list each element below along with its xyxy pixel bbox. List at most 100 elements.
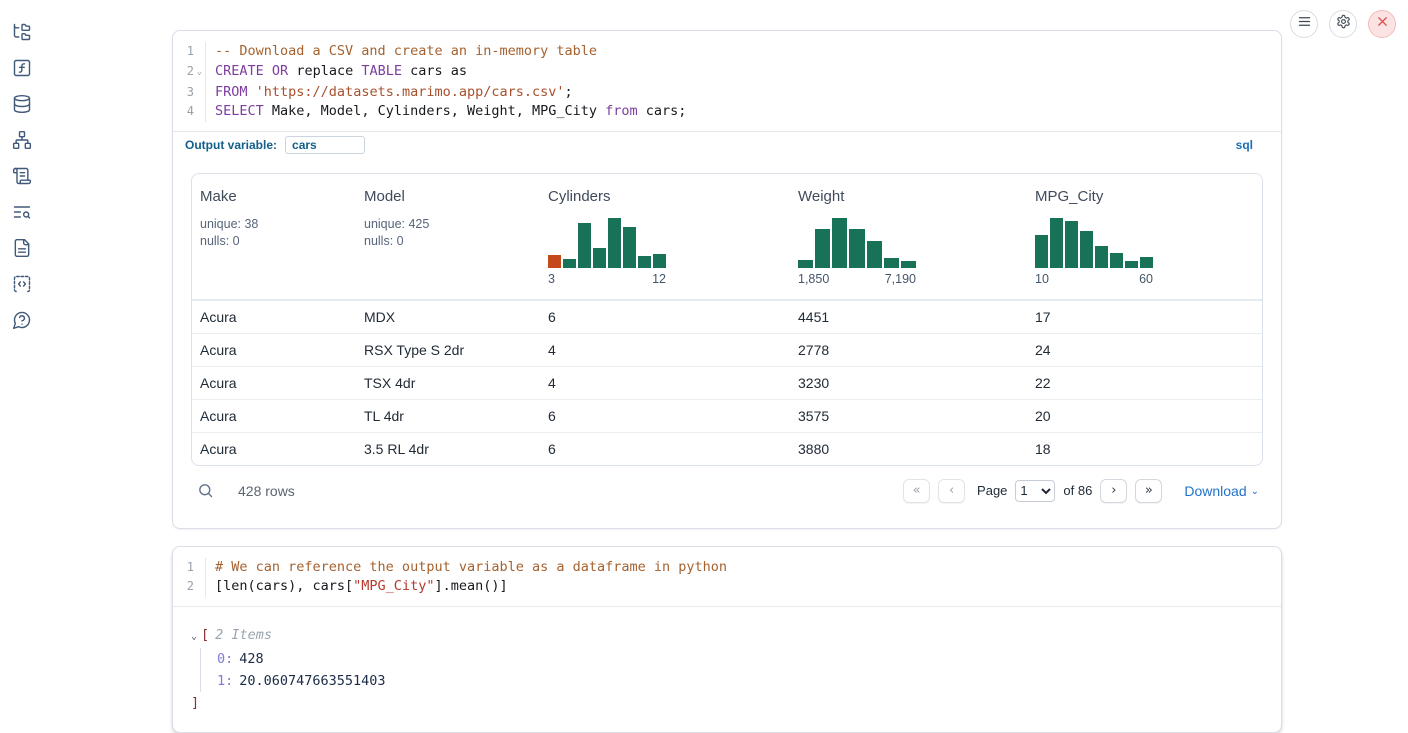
histogram-bar[interactable] xyxy=(798,260,813,268)
next-page-button[interactable]: › xyxy=(1100,479,1127,503)
language-badge: sql xyxy=(1236,138,1253,152)
line-number: 1 xyxy=(173,558,194,578)
sidebar-item-file-explorer[interactable] xyxy=(12,22,32,42)
shutdown-button[interactable] xyxy=(1368,10,1396,38)
line-number: 2 xyxy=(173,62,194,83)
code-line: 4 SELECT Make, Model, Cylinders, Weight,… xyxy=(173,102,1281,122)
table-row: Acura 3.5 RL 4dr 6 3880 18 xyxy=(192,432,1262,465)
line-number: 1 xyxy=(173,42,194,62)
column-header-make: Make unique: 38 nulls: 0 xyxy=(192,174,356,299)
code-line: 2⌄ CREATE OR replace TABLE cars as xyxy=(173,62,1281,83)
output-variable-label: Output variable: xyxy=(185,138,277,152)
column-stat-unique: unique: 38 xyxy=(200,216,348,233)
axis-max-label: 60 xyxy=(1139,272,1153,286)
file-text-icon xyxy=(12,238,32,258)
code-text: # We can reference the output variable a… xyxy=(206,558,727,578)
histogram-bar[interactable] xyxy=(1065,221,1078,268)
notebook-area: 1 -- Download a CSV and create an in-mem… xyxy=(172,30,1282,733)
column-label[interactable]: Model xyxy=(364,188,532,205)
histogram-bar[interactable] xyxy=(1125,261,1138,268)
histogram-bar[interactable] xyxy=(548,255,561,268)
close-bracket: ] xyxy=(191,695,199,711)
histogram-bar[interactable] xyxy=(1110,253,1123,268)
topbar-actions xyxy=(1290,10,1396,38)
item-value: 20.060747663551403 xyxy=(239,673,385,689)
histogram-bar[interactable] xyxy=(1140,257,1153,268)
menu-button[interactable] xyxy=(1290,10,1318,38)
table-row: Acura RSX Type S 2dr 4 2778 24 xyxy=(192,333,1262,366)
settings-button[interactable] xyxy=(1329,10,1357,38)
folder-tree-icon xyxy=(12,22,32,42)
histogram-bar[interactable] xyxy=(867,241,882,268)
histogram-bar[interactable] xyxy=(1095,246,1108,268)
line-number: 3 xyxy=(173,83,194,103)
output-variable-bar: Output variable: sql xyxy=(173,131,1281,158)
line-number: 4 xyxy=(173,102,194,122)
column-header-mpg-city: MPG_City 10 60 xyxy=(1027,174,1262,299)
axis-min-label: 10 xyxy=(1035,272,1049,286)
column-label[interactable]: MPG_City xyxy=(1035,188,1254,205)
function-square-icon xyxy=(12,58,32,78)
histogram-bar[interactable] xyxy=(608,218,621,268)
histogram-bar[interactable] xyxy=(1035,235,1048,268)
search-icon[interactable] xyxy=(197,482,214,499)
mpg-city-histogram[interactable]: 10 60 xyxy=(1035,218,1153,286)
code-line: 1 # We can reference the output variable… xyxy=(173,558,1281,578)
item-index: 1: xyxy=(217,673,233,689)
item-value: 428 xyxy=(239,651,263,667)
histogram-bar[interactable] xyxy=(884,258,899,268)
sidebar-item-datasources[interactable] xyxy=(12,94,32,114)
sidebar-item-documentation[interactable] xyxy=(12,238,32,258)
open-bracket: [ xyxy=(201,627,209,643)
histogram-bar[interactable] xyxy=(623,227,636,268)
sidebar-item-help[interactable] xyxy=(12,310,32,330)
column-label[interactable]: Make xyxy=(200,188,348,205)
histogram-bar[interactable] xyxy=(653,254,666,268)
column-header-cylinders: Cylinders 3 12 xyxy=(540,174,790,299)
database-icon xyxy=(12,94,32,114)
histogram-bar[interactable] xyxy=(638,256,651,268)
code-text: FROM 'https://datasets.marimo.app/cars.c… xyxy=(206,83,573,103)
help-bubble-icon xyxy=(12,310,32,330)
first-page-button[interactable]: « xyxy=(903,479,930,503)
table-row: Acura TL 4dr 6 3575 20 xyxy=(192,399,1262,432)
items-count-label: 2 Items xyxy=(215,627,272,643)
list-item: 0:428 xyxy=(217,648,1263,670)
sidebar-item-functions[interactable] xyxy=(12,58,32,78)
list-item: 1: 20.060747663551403 xyxy=(217,670,1263,692)
histogram-bar[interactable] xyxy=(832,218,847,268)
sidebar-item-logs-search[interactable] xyxy=(12,202,32,222)
python-code-editor[interactable]: 1 # We can reference the output variable… xyxy=(173,547,1281,606)
sql-table-output: Make unique: 38 nulls: 0 Model unique: 4… xyxy=(173,158,1281,528)
histogram-bar[interactable] xyxy=(578,223,591,268)
collapse-chevron-icon[interactable]: ⌄ xyxy=(191,631,197,642)
chevron-down-icon: ⌄ xyxy=(1251,486,1259,497)
histogram-bar[interactable] xyxy=(815,229,830,268)
histogram-bar[interactable] xyxy=(1080,231,1093,268)
histogram-bar[interactable] xyxy=(849,229,864,268)
sidebar-item-snippets[interactable] xyxy=(12,274,32,294)
sidebar-item-dependency-graph[interactable] xyxy=(12,130,32,150)
sidebar-item-scratchpad[interactable] xyxy=(12,166,32,186)
weight-histogram[interactable]: 1,850 7,190 xyxy=(798,218,916,286)
sql-code-editor[interactable]: 1 -- Download a CSV and create an in-mem… xyxy=(173,31,1281,131)
left-sidebar xyxy=(0,0,44,330)
cylinders-histogram[interactable]: 3 12 xyxy=(548,218,666,286)
data-table: Make unique: 38 nulls: 0 Model unique: 4… xyxy=(191,173,1263,466)
page-select[interactable]: 1 xyxy=(1015,480,1055,502)
table-footer: 428 rows « ‹ Page 1 of 86 › » Download ⌄ xyxy=(191,466,1263,516)
output-variable-input[interactable] xyxy=(285,136,365,154)
last-page-button[interactable]: » xyxy=(1135,479,1162,503)
fold-chevron-icon[interactable]: ⌄ xyxy=(194,62,205,83)
histogram-bar[interactable] xyxy=(593,248,606,268)
column-stat-unique: unique: 425 xyxy=(364,216,532,233)
code-square-icon xyxy=(12,274,32,294)
prev-page-button[interactable]: ‹ xyxy=(938,479,965,503)
table-header-row: Make unique: 38 nulls: 0 Model unique: 4… xyxy=(192,174,1262,300)
column-label[interactable]: Cylinders xyxy=(548,188,782,205)
histogram-bar[interactable] xyxy=(563,259,576,268)
histogram-bar[interactable] xyxy=(1050,218,1063,268)
histogram-bar[interactable] xyxy=(901,261,916,268)
column-label[interactable]: Weight xyxy=(798,188,1019,205)
download-button[interactable]: Download ⌄ xyxy=(1184,483,1259,499)
